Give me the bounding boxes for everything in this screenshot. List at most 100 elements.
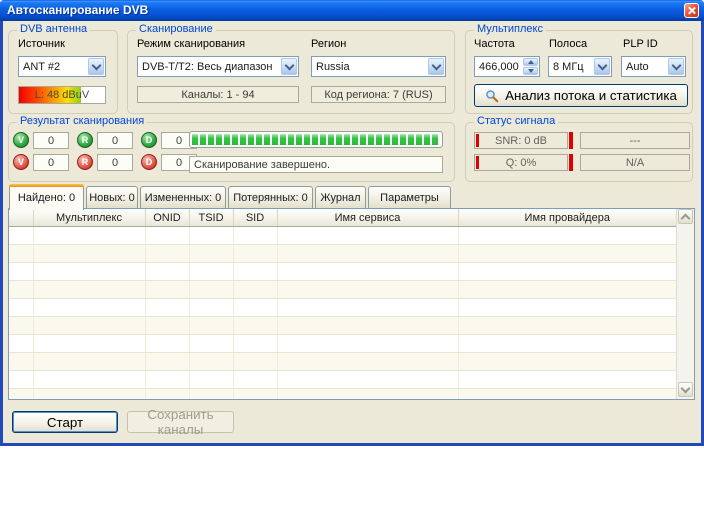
table-cell [145, 263, 189, 281]
frequency-spinner[interactable]: 466,000 [474, 56, 540, 77]
column-header-provider-name[interactable]: Имя провайдера [458, 209, 677, 227]
bandwidth-dropdown-button[interactable] [594, 58, 610, 75]
frequency-down-button[interactable] [523, 67, 538, 75]
table-cell [33, 353, 145, 371]
table-cell [233, 299, 277, 317]
table-cell [33, 245, 145, 263]
table-cell [145, 281, 189, 299]
column-header-service-name[interactable]: Имя сервиса [277, 209, 458, 227]
table-cell [9, 299, 33, 317]
table-row[interactable] [9, 335, 677, 353]
source-select[interactable]: ANT #2 [18, 56, 106, 77]
analyze-stream-button-label: Анализ потока и статистика [505, 88, 677, 103]
table-row[interactable] [9, 299, 677, 317]
window-title: Автосканирование DVB [7, 3, 148, 17]
table-cell [9, 353, 33, 371]
table-cell [233, 245, 277, 263]
scan-progress-bar [189, 131, 443, 148]
table-row[interactable] [9, 245, 677, 263]
column-header-blank[interactable] [9, 209, 33, 227]
counter-v-green-value: 0 [33, 132, 69, 149]
source-select-dropdown-button[interactable] [88, 58, 104, 75]
chevron-down-icon [671, 60, 681, 70]
tab-new[interactable]: Новых: 0 [86, 186, 138, 208]
chevron-down-icon [431, 60, 441, 70]
table-cell [189, 335, 233, 353]
tab-lost[interactable]: Потерянных: 0 [228, 186, 313, 208]
table-row[interactable] [9, 389, 677, 401]
snr-red-mark-icon [476, 134, 479, 147]
table-cell [277, 371, 458, 389]
counter-r-green-icon: R [77, 132, 93, 148]
column-header-tsid[interactable]: TSID [189, 209, 233, 227]
table-cell [33, 317, 145, 335]
table-cell [458, 353, 677, 371]
table-row[interactable] [9, 227, 677, 245]
tab-changed[interactable]: Измененных: 0 [140, 186, 226, 208]
start-button[interactable]: Старт [12, 411, 118, 433]
table-cell [458, 227, 677, 245]
table-cell [458, 335, 677, 353]
counter-d-red-icon: D [141, 154, 157, 170]
plp-id-select[interactable]: Auto [621, 56, 686, 77]
region-dropdown-button[interactable] [428, 58, 444, 75]
table-cell [33, 389, 145, 401]
counter-d-green-icon: D [141, 132, 157, 148]
table-cell [458, 371, 677, 389]
close-button[interactable] [684, 3, 699, 18]
tab-log[interactable]: Журнал [315, 186, 366, 208]
app-window: Автосканирование DVB DVB антенна Источни… [0, 0, 704, 446]
table-cell [458, 299, 677, 317]
table-cell [9, 263, 33, 281]
table-cell [233, 335, 277, 353]
scroll-up-button[interactable] [678, 209, 693, 224]
group-signal-status: Статус сигнала SNR: 0 dB --- Q: 0% N/A [465, 122, 693, 182]
table-row[interactable] [9, 263, 677, 281]
column-header-onid[interactable]: ONID [145, 209, 189, 227]
column-header-multiplex[interactable]: Мультиплекс [33, 209, 145, 227]
counter-r-red-value: 0 [97, 154, 133, 171]
region-select[interactable]: Russia [311, 56, 446, 77]
tab-parameters[interactable]: Параметры [368, 186, 451, 208]
scan-mode-dropdown-button[interactable] [281, 58, 297, 75]
title-bar[interactable]: Автосканирование DVB [0, 0, 704, 21]
table-cell [9, 281, 33, 299]
region-select-value: Russia [312, 61, 427, 73]
table-cell [145, 299, 189, 317]
table-cell [189, 299, 233, 317]
chevron-down-icon [597, 60, 607, 70]
table-cell [277, 299, 458, 317]
table-cell [33, 335, 145, 353]
tab-found[interactable]: Найдено: 0 [9, 184, 84, 210]
table-row[interactable] [9, 371, 677, 389]
table-cell [277, 389, 458, 401]
table-row[interactable] [9, 281, 677, 299]
group-scanning-title: Сканирование [136, 23, 216, 35]
table-cell [233, 371, 277, 389]
quality-field: Q: 0% [474, 154, 568, 171]
analyze-stream-button[interactable]: Анализ потока и статистика [474, 84, 688, 107]
plp-id-dropdown-button[interactable] [668, 58, 684, 75]
group-scanning: Сканирование Режим сканирования Регион D… [127, 30, 455, 114]
table-row[interactable] [9, 353, 677, 371]
column-header-sid[interactable]: SID [233, 209, 277, 227]
frequency-up-button[interactable] [523, 58, 538, 66]
quality-red-bar-icon [569, 154, 573, 171]
group-dvb-antenna: DVB антенна Источник ANT #2 L: 48 dBuV [8, 30, 118, 114]
plp-id-select-value: Auto [622, 61, 667, 73]
table-cell [33, 371, 145, 389]
scroll-down-button[interactable] [678, 382, 693, 397]
vertical-scrollbar[interactable] [676, 209, 694, 399]
save-channels-button[interactable]: Сохранить каналы [127, 411, 234, 433]
table-cell [189, 263, 233, 281]
table-row[interactable] [9, 317, 677, 335]
table-cell [277, 335, 458, 353]
counter-v-red-icon: V [13, 154, 29, 170]
bandwidth-select[interactable]: 8 МГц [548, 56, 612, 77]
services-table: Мультиплекс ONID TSID SID Имя сервиса Им… [9, 209, 677, 400]
scan-mode-select[interactable]: DVB-T/T2: Весь диапазон [137, 56, 299, 77]
table-cell [9, 371, 33, 389]
table-cell [277, 353, 458, 371]
table-cell [233, 227, 277, 245]
chevron-down-icon [681, 383, 691, 393]
